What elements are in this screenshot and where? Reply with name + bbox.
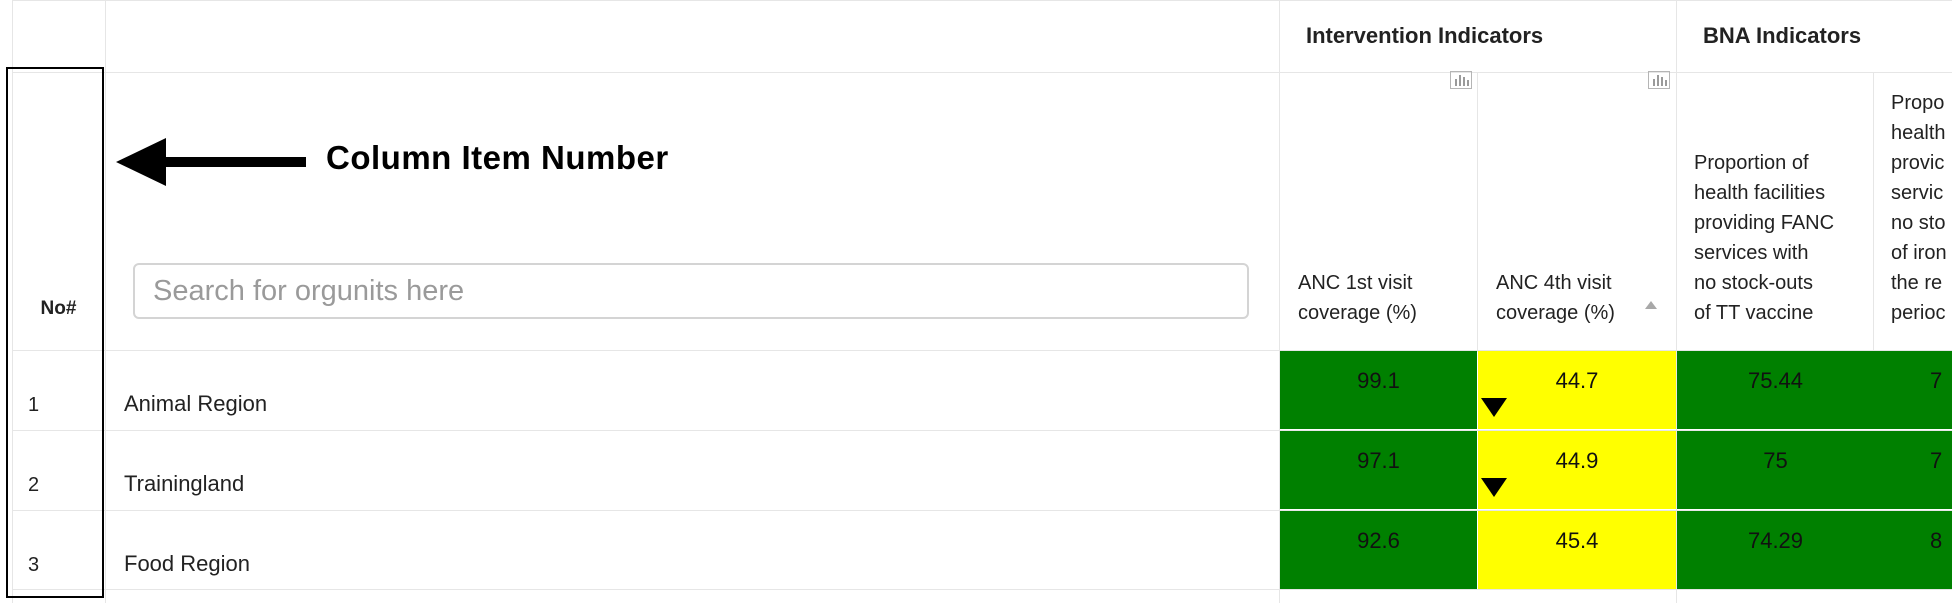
- column-header-tt-vaccine[interactable]: Proportion of health facilities providin…: [1694, 148, 1834, 328]
- down-triangle-icon: [1481, 398, 1507, 417]
- table-cell-value: 97.1: [1280, 431, 1477, 509]
- grid-vline: [1477, 72, 1478, 352]
- cell-text: 45.4: [1555, 528, 1599, 553]
- column-header-line: no stock-outs: [1694, 272, 1813, 294]
- cell-text: 75.44: [1747, 368, 1804, 393]
- cell-text: 74.29: [1747, 528, 1804, 553]
- cell-text: 44.9: [1555, 448, 1599, 473]
- orgunit-name[interactable]: Animal Region: [124, 391, 267, 417]
- down-triangle-icon: [1481, 478, 1507, 497]
- column-header-line: of iron: [1891, 242, 1947, 264]
- table-cell-value: 75.44: [1677, 351, 1874, 429]
- column-header-line: no sto: [1891, 212, 1946, 234]
- column-header-line: health: [1891, 122, 1946, 144]
- column-header-iron[interactable]: Propo health provic servic no sto of iro…: [1891, 88, 1952, 328]
- cell-text: 7: [1930, 448, 1943, 473]
- group-header-intervention: Intervention Indicators: [1306, 23, 1544, 48]
- column-header-anc1[interactable]: ANC 1st visit coverage (%): [1298, 268, 1417, 328]
- cell-text: 92.6: [1357, 528, 1400, 553]
- grid-vline: [1873, 72, 1874, 352]
- table-cell-value: 75: [1677, 431, 1874, 509]
- orgunit-search-input[interactable]: [133, 263, 1249, 319]
- table-cell-value: 74.29: [1677, 511, 1874, 589]
- column-header-anc4-line1: ANC 4th visit: [1496, 272, 1612, 294]
- cell-text: 8: [1930, 528, 1943, 553]
- column-header-line: the re: [1891, 272, 1943, 294]
- column-header-anc4-line2: coverage (%): [1496, 302, 1615, 324]
- table-cell-value: 45.4: [1478, 511, 1676, 589]
- column-header-anc1-line1: ANC 1st visit: [1298, 272, 1413, 294]
- table-cell-value: 7: [1874, 431, 1952, 509]
- chart-icon[interactable]: [1450, 71, 1472, 89]
- column-highlight-box: [6, 67, 104, 598]
- grid-vline: [105, 0, 106, 603]
- table-cell-value: 8: [1874, 511, 1952, 589]
- cell-text: 7: [1930, 368, 1943, 393]
- group-header-bna: BNA Indicators: [1703, 23, 1862, 48]
- orgunit-name[interactable]: Trainingland: [124, 471, 244, 497]
- column-header-line: providing FANC: [1694, 212, 1835, 234]
- column-header-line: Proportion of: [1694, 152, 1809, 174]
- cell-text: 44.7: [1555, 368, 1599, 393]
- column-header-anc4[interactable]: ANC 4th visit coverage (%): [1496, 268, 1615, 328]
- column-header-line: Propo: [1891, 92, 1945, 114]
- column-header-line: servic: [1891, 182, 1944, 204]
- cell-text: 99.1: [1357, 368, 1400, 393]
- column-header-line: perioc: [1891, 302, 1946, 324]
- column-header-line: services with: [1694, 242, 1809, 264]
- cell-text: 75: [1763, 448, 1788, 473]
- annotation-label: Column Item Number: [326, 139, 669, 176]
- orgunit-name[interactable]: Food Region: [124, 551, 250, 577]
- column-header-anc1-line2: coverage (%): [1298, 302, 1417, 324]
- table-cell-value: 99.1: [1280, 351, 1477, 429]
- left-arrow-icon: [116, 138, 306, 186]
- column-header-line: health facilities: [1694, 182, 1826, 204]
- table-cell-value: 44.9: [1478, 431, 1676, 509]
- table-cell-value: 44.7: [1478, 351, 1676, 429]
- cell-text: 97.1: [1357, 448, 1400, 473]
- table-cell-value: 92.6: [1280, 511, 1477, 589]
- grid-hline: [12, 589, 1952, 590]
- table-cell-value: 7: [1874, 351, 1952, 429]
- grid-hline: [12, 0, 1952, 1]
- sort-asc-icon[interactable]: [1645, 301, 1657, 309]
- column-header-line: of TT vaccine: [1694, 302, 1814, 324]
- chart-icon[interactable]: [1648, 71, 1670, 89]
- column-header-line: provic: [1891, 152, 1945, 174]
